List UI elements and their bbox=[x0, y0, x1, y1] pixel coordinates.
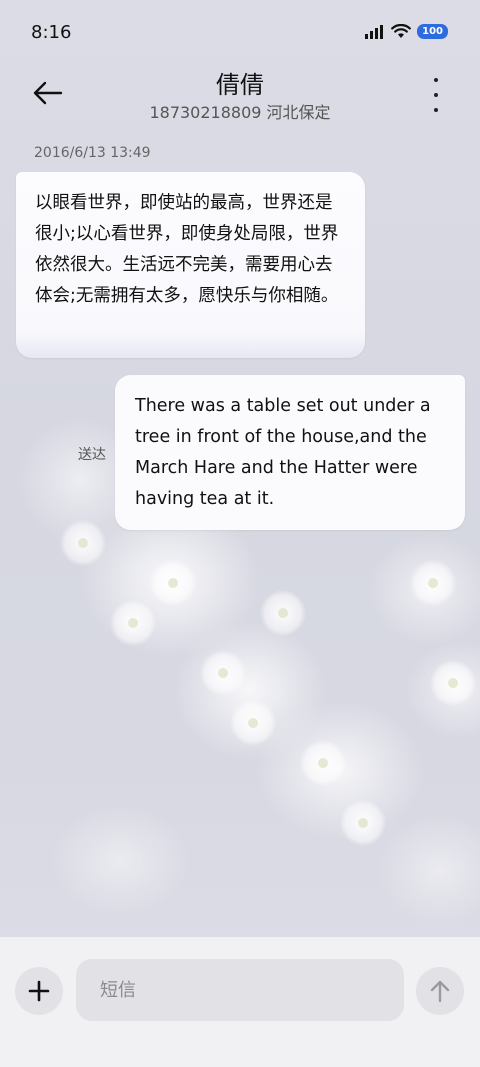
incoming-message-bubble[interactable]: 以眼看世界，即使站的最高，世界还是很小;以心看世界，即使身处局限，世界依然很大。… bbox=[16, 172, 365, 358]
wifi-icon bbox=[391, 24, 412, 38]
blossom-decoration bbox=[300, 740, 346, 786]
delivery-status: 送达 bbox=[78, 447, 106, 463]
conversation-header: 倩倩 18730218809 河北保定 bbox=[0, 62, 480, 128]
blossom-decoration bbox=[60, 520, 106, 566]
blossom-decoration bbox=[340, 800, 386, 846]
contact-name[interactable]: 倩倩 bbox=[0, 65, 480, 100]
blossom-decoration bbox=[200, 650, 246, 696]
status-icons: 100 bbox=[365, 24, 448, 39]
blossom-decoration bbox=[110, 600, 156, 646]
status-time: 8:16 bbox=[31, 22, 72, 43]
blossom-decoration bbox=[230, 700, 276, 746]
message-input[interactable] bbox=[76, 959, 404, 1021]
more-dot bbox=[434, 78, 438, 82]
add-attachment-button[interactable] bbox=[15, 967, 63, 1015]
blossom-decoration bbox=[430, 660, 476, 706]
signal-icon bbox=[365, 24, 384, 39]
plus-icon bbox=[28, 980, 50, 1002]
send-arrow-up-icon bbox=[430, 980, 450, 1003]
more-dot bbox=[434, 108, 438, 112]
contact-detail: 18730218809 河北保定 bbox=[149, 103, 331, 122]
more-dot bbox=[434, 93, 438, 97]
status-bar: 8:16 100 bbox=[0, 0, 480, 66]
more-options-button[interactable] bbox=[428, 78, 444, 112]
battery-icon: 100 bbox=[417, 24, 448, 39]
message-timestamp: 2016/6/13 13:49 bbox=[34, 145, 151, 161]
outgoing-message-bubble[interactable]: There was a table set out under a tree i… bbox=[115, 375, 465, 530]
compose-bar bbox=[0, 937, 480, 1067]
send-button[interactable] bbox=[416, 967, 464, 1015]
blossom-decoration bbox=[150, 560, 196, 606]
blossom-decoration bbox=[260, 590, 306, 636]
blossom-decoration bbox=[410, 560, 456, 606]
